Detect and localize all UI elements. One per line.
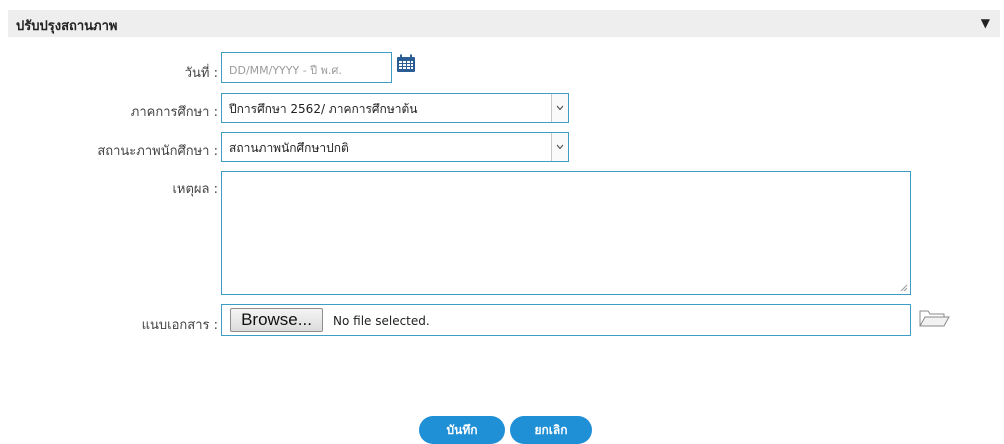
chevron-down-icon[interactable] [551,133,568,161]
chevron-down-icon[interactable] [551,94,568,122]
date-label: วันที่ : [184,66,218,81]
panel-header[interactable]: ปรับปรุงสถานภาพ ▼ [8,10,1000,37]
student-status-select[interactable]: สถานภาพนักศึกษาปกติ [221,132,569,162]
save-button[interactable]: บันทึก [419,416,505,444]
folder-open-icon[interactable] [918,306,950,328]
attachment-label: แนบเอกสาร : [141,318,218,333]
student-status-label: สถานะภาพนักศึกษา : [97,144,218,159]
browse-button[interactable]: Browse... [230,308,323,332]
file-status: No file selected. [333,314,430,328]
collapse-toggle-icon[interactable]: ▼ [981,15,990,31]
panel-title: ปรับปรุงสถานภาพ [16,19,118,34]
reason-textarea[interactable] [221,171,911,295]
cancel-button[interactable]: ยกเลิก [510,416,592,444]
semester-selected-value: ปีการศึกษา 2562/ ภาคการศึกษาต้น [229,102,418,116]
reason-label: เหตุผล : [172,182,218,197]
date-input[interactable]: DD/MM/YYYY - ปี พ.ศ. [221,52,392,83]
semester-label: ภาคการศึกษา : [130,105,218,120]
file-input[interactable]: Browse... No file selected. [221,304,911,336]
calendar-icon[interactable] [396,54,416,73]
resize-grip-icon[interactable] [900,284,908,292]
semester-select[interactable]: ปีการศึกษา 2562/ ภาคการศึกษาต้น [221,93,569,123]
student-status-selected-value: สถานภาพนักศึกษาปกติ [229,141,349,155]
date-placeholder: DD/MM/YYYY - ปี พ.ศ. [229,64,342,77]
